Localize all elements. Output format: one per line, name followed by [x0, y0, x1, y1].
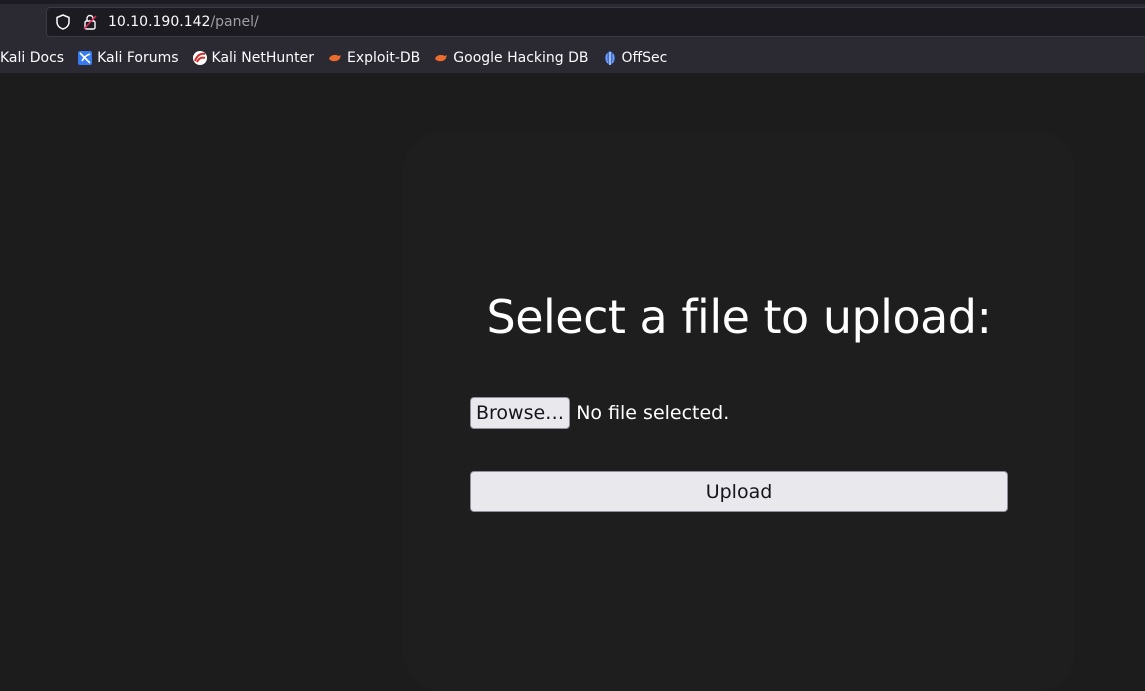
google-hacking-db-icon	[435, 55, 448, 62]
tracking-protection-shield-icon[interactable]	[54, 13, 72, 31]
bookmark-kali-docs[interactable]: Kali Docs	[0, 46, 64, 70]
bookmark-kali-forums[interactable]: Kali Forums	[77, 46, 179, 70]
url-path: /panel/	[210, 14, 259, 30]
upload-button[interactable]: Upload	[470, 471, 1008, 512]
kali-forums-icon	[78, 51, 93, 65]
exploit-db-icon	[328, 55, 341, 62]
upload-heading: Select a file to upload:	[486, 290, 992, 344]
file-input[interactable]: Browse… No file selected.	[470, 397, 729, 429]
tab-strip-edge	[0, 0, 1145, 4]
bookmark-kali-nethunter[interactable]: Kali NetHunter	[192, 46, 314, 70]
browser-toolbar: 10.10.190.142/panel/ Kali Docs Kali Foru…	[0, 0, 1145, 73]
file-status-text: No file selected.	[576, 402, 730, 424]
bookmark-google-hacking-db[interactable]: Google Hacking DB	[433, 46, 589, 70]
bookmark-offsec[interactable]: OffSec	[602, 46, 668, 70]
bookmark-label: OffSec	[621, 50, 668, 66]
kali-nethunter-icon	[192, 51, 207, 65]
offsec-icon	[604, 51, 615, 65]
bookmark-label: Kali Docs	[0, 50, 65, 66]
bookmarks-toolbar: Kali Docs Kali Forums Kali NetHunter Exp…	[0, 46, 680, 70]
bookmark-label: Exploit-DB	[346, 50, 421, 66]
bookmark-label: Google Hacking DB	[453, 50, 589, 66]
insecure-lock-icon[interactable]	[81, 13, 99, 31]
page-content	[0, 73, 1145, 691]
bookmark-exploit-db[interactable]: Exploit-DB	[327, 46, 420, 70]
url-text[interactable]: 10.10.190.142/panel/	[108, 14, 259, 30]
bookmark-label: Kali Forums	[97, 50, 179, 66]
browse-button[interactable]: Browse…	[470, 397, 571, 429]
address-bar[interactable]: 10.10.190.142/panel/	[46, 7, 1145, 37]
bookmark-label: Kali NetHunter	[211, 50, 314, 66]
url-host: 10.10.190.142	[108, 14, 211, 30]
